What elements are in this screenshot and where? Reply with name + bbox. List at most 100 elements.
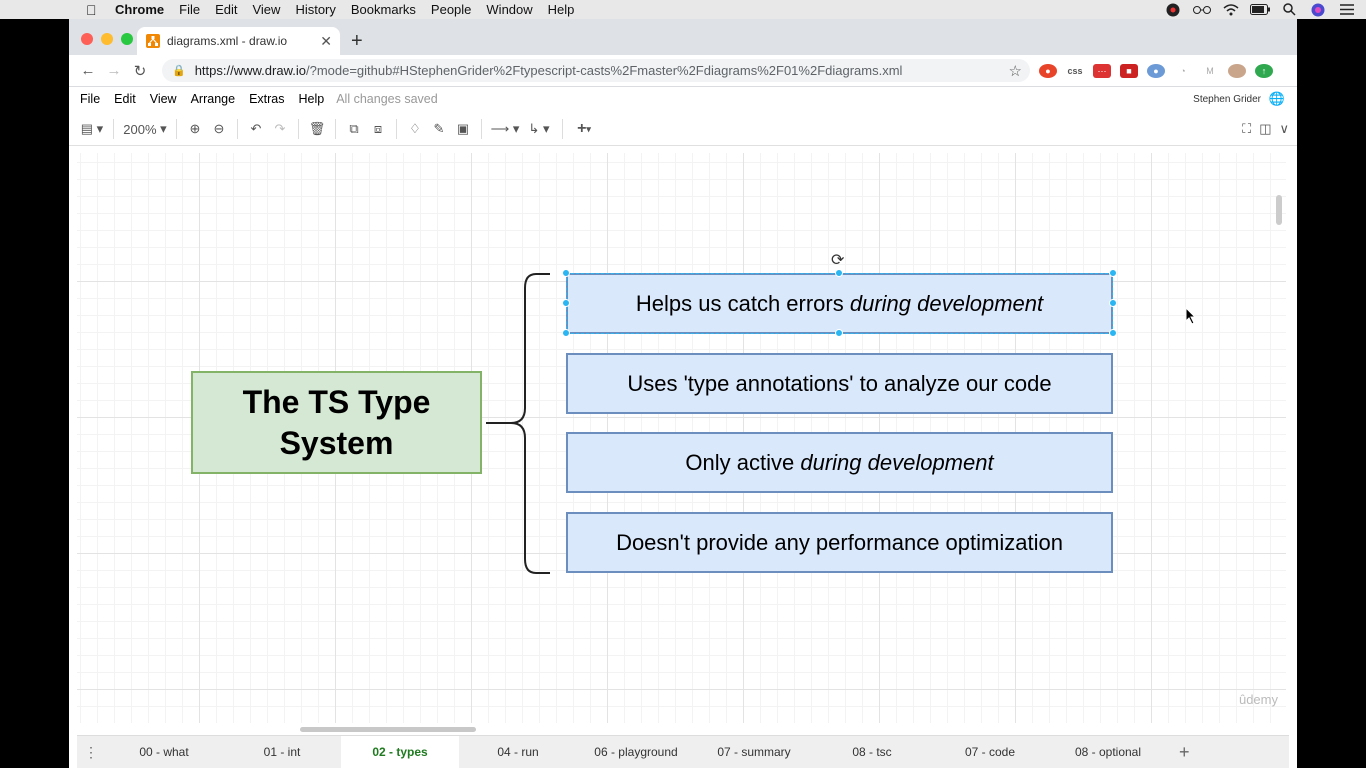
- menu-arrange[interactable]: Arrange: [191, 92, 235, 106]
- redo-icon[interactable]: ↷: [268, 118, 292, 140]
- close-window-button[interactable]: [81, 33, 93, 45]
- line-color-icon[interactable]: ✎: [427, 118, 451, 140]
- back-icon[interactable]: ←: [75, 62, 101, 79]
- menu-file[interactable]: File: [80, 92, 100, 106]
- page-tab-08-tsc[interactable]: 08 - tsc: [813, 736, 931, 768]
- page-tab-08-optional[interactable]: 08 - optional: [1049, 736, 1167, 768]
- connection-style-icon[interactable]: ⟶ ▾: [488, 118, 522, 140]
- drawio-toolbar: ▤ ▾ 200% ▾ ⊕ ⊖ ↶ ↷ 🗑 ⧉ ⧈ ♢ ✎ ▣ ⟶ ▾ ↳ ▾ +…: [69, 113, 1297, 146]
- format-panel-icon[interactable]: ▤ ▾: [77, 118, 107, 140]
- undo-icon[interactable]: ↶: [244, 118, 268, 140]
- selection-outline: [566, 273, 1113, 334]
- notification-center-icon[interactable]: [1337, 4, 1357, 15]
- mouse-cursor-icon: [1185, 307, 1197, 325]
- pages-menu-icon[interactable]: ⋮: [77, 744, 105, 761]
- horizontal-scrollbar[interactable]: [300, 727, 476, 732]
- page-tab-01-int[interactable]: 01 - int: [223, 736, 341, 768]
- menu-extras[interactable]: Extras: [249, 92, 284, 106]
- apple-icon[interactable]: : [86, 2, 104, 18]
- resize-handle[interactable]: [835, 269, 843, 277]
- page-tab-07-summary[interactable]: 07 - summary: [695, 736, 813, 768]
- menubar-bookmarks[interactable]: Bookmarks: [351, 2, 416, 17]
- forward-icon[interactable]: →: [101, 62, 127, 79]
- creative-cloud-icon[interactable]: [1163, 3, 1183, 17]
- zoom-in-icon[interactable]: ⊕: [183, 118, 207, 140]
- curly-brace-connector[interactable]: [486, 273, 556, 575]
- insert-icon[interactable]: + ▾: [569, 118, 599, 140]
- menubar-edit[interactable]: Edit: [215, 2, 237, 17]
- page-tab-04-run[interactable]: 04 - run: [459, 736, 577, 768]
- resize-handle[interactable]: [562, 269, 570, 277]
- menu-help[interactable]: Help: [299, 92, 325, 106]
- resize-handle[interactable]: [1109, 329, 1117, 337]
- fullscreen-icon[interactable]: ⛶: [1242, 118, 1251, 140]
- item-box-4[interactable]: Doesn't provide any performance optimiza…: [566, 512, 1113, 573]
- menu-view[interactable]: View: [150, 92, 177, 106]
- shadow-icon[interactable]: ▣: [451, 118, 475, 140]
- vertical-scrollbar[interactable]: [1276, 195, 1282, 225]
- address-bar[interactable]: 🔒 https://www.draw.io/?mode=github#HStep…: [162, 59, 1030, 82]
- extension-icon[interactable]: ●: [1147, 64, 1165, 78]
- fill-color-icon[interactable]: ♢: [403, 118, 427, 140]
- menubar-help[interactable]: Help: [548, 2, 575, 17]
- spotlight-icon[interactable]: [1279, 3, 1299, 16]
- rotate-handle-icon[interactable]: ⟳: [831, 250, 844, 270]
- resize-handle[interactable]: [835, 329, 843, 337]
- resize-handle[interactable]: [1109, 299, 1117, 307]
- diagram-canvas[interactable]: The TS Type System Helps us catch errors…: [77, 153, 1286, 732]
- lock-icon: 🔒: [172, 65, 186, 77]
- new-tab-icon[interactable]: +: [351, 30, 363, 53]
- page-tab-00-what[interactable]: 00 - what: [105, 736, 223, 768]
- to-back-icon[interactable]: ⧈: [366, 118, 390, 140]
- reload-icon[interactable]: ↻: [127, 62, 153, 80]
- main-title-box[interactable]: The TS Type System: [191, 371, 482, 474]
- wifi-icon[interactable]: [1221, 3, 1241, 16]
- menu-edit[interactable]: Edit: [114, 92, 136, 106]
- resize-handle[interactable]: [562, 329, 570, 337]
- extension-icon[interactable]: ◔: [1174, 64, 1192, 78]
- extensions-bar: ● css ⋯ ■ ● ◔ M ↑: [1039, 55, 1282, 87]
- item-box-2[interactable]: Uses 'type annotations' to analyze our c…: [566, 353, 1113, 414]
- page-tab-02-types[interactable]: 02 - types: [341, 735, 459, 768]
- language-globe-icon[interactable]: 🌐: [1269, 91, 1285, 107]
- browser-tab[interactable]: diagrams.xml - draw.io ✕: [137, 27, 340, 55]
- drawio-menubar: File Edit View Arrange Extras Help All c…: [69, 87, 1297, 111]
- menubar-file[interactable]: File: [179, 2, 200, 17]
- waypoints-icon[interactable]: ↳ ▾: [522, 118, 556, 140]
- extension-icon[interactable]: ●: [1039, 64, 1057, 78]
- zoom-dropdown[interactable]: 200% ▾: [120, 118, 170, 140]
- macos-menubar:  Chrome File Edit View History Bookmark…: [0, 0, 1366, 19]
- to-front-icon[interactable]: ⧉: [342, 118, 366, 140]
- glasses-icon[interactable]: [1192, 5, 1212, 15]
- page-tab-06-playground[interactable]: 06 - playground: [577, 736, 695, 768]
- delete-icon[interactable]: 🗑: [305, 118, 329, 140]
- collapse-icon[interactable]: ∨: [1279, 118, 1289, 140]
- bookmark-star-icon[interactable]: ☆: [1009, 62, 1022, 80]
- page-tab-07-code[interactable]: 07 - code: [931, 736, 1049, 768]
- menubar-window[interactable]: Window: [486, 2, 532, 17]
- menubar-view[interactable]: View: [252, 2, 280, 17]
- menubar-people[interactable]: People: [431, 2, 471, 17]
- resize-handle[interactable]: [1109, 269, 1117, 277]
- menubar-app-name[interactable]: Chrome: [115, 2, 164, 17]
- tab-strip: diagrams.xml - draw.io ✕ +: [69, 19, 1297, 55]
- update-icon[interactable]: ↑: [1255, 64, 1273, 78]
- user-menu[interactable]: Stephen Grider: [1193, 94, 1261, 105]
- battery-icon[interactable]: [1250, 4, 1270, 15]
- item-box-3[interactable]: Only active during development: [566, 432, 1113, 493]
- add-page-icon[interactable]: +: [1179, 742, 1190, 763]
- minimize-window-button[interactable]: [101, 33, 113, 45]
- split-panel-icon[interactable]: ◫: [1259, 118, 1271, 140]
- gmail-icon[interactable]: M: [1201, 64, 1219, 78]
- resize-handle[interactable]: [562, 299, 570, 307]
- css-extension-icon[interactable]: css: [1066, 64, 1084, 78]
- zoom-out-icon[interactable]: ⊖: [207, 118, 231, 140]
- close-tab-icon[interactable]: ✕: [320, 33, 332, 50]
- menubar-history[interactable]: History: [295, 2, 335, 17]
- toolbar-divider: [562, 119, 563, 139]
- siri-icon[interactable]: [1308, 3, 1328, 17]
- profile-avatar-icon[interactable]: [1228, 64, 1246, 78]
- extension-icon[interactable]: ⋯: [1093, 64, 1111, 78]
- zoom-window-button[interactable]: [121, 33, 133, 45]
- extension-badge-icon[interactable]: ■: [1120, 64, 1138, 78]
